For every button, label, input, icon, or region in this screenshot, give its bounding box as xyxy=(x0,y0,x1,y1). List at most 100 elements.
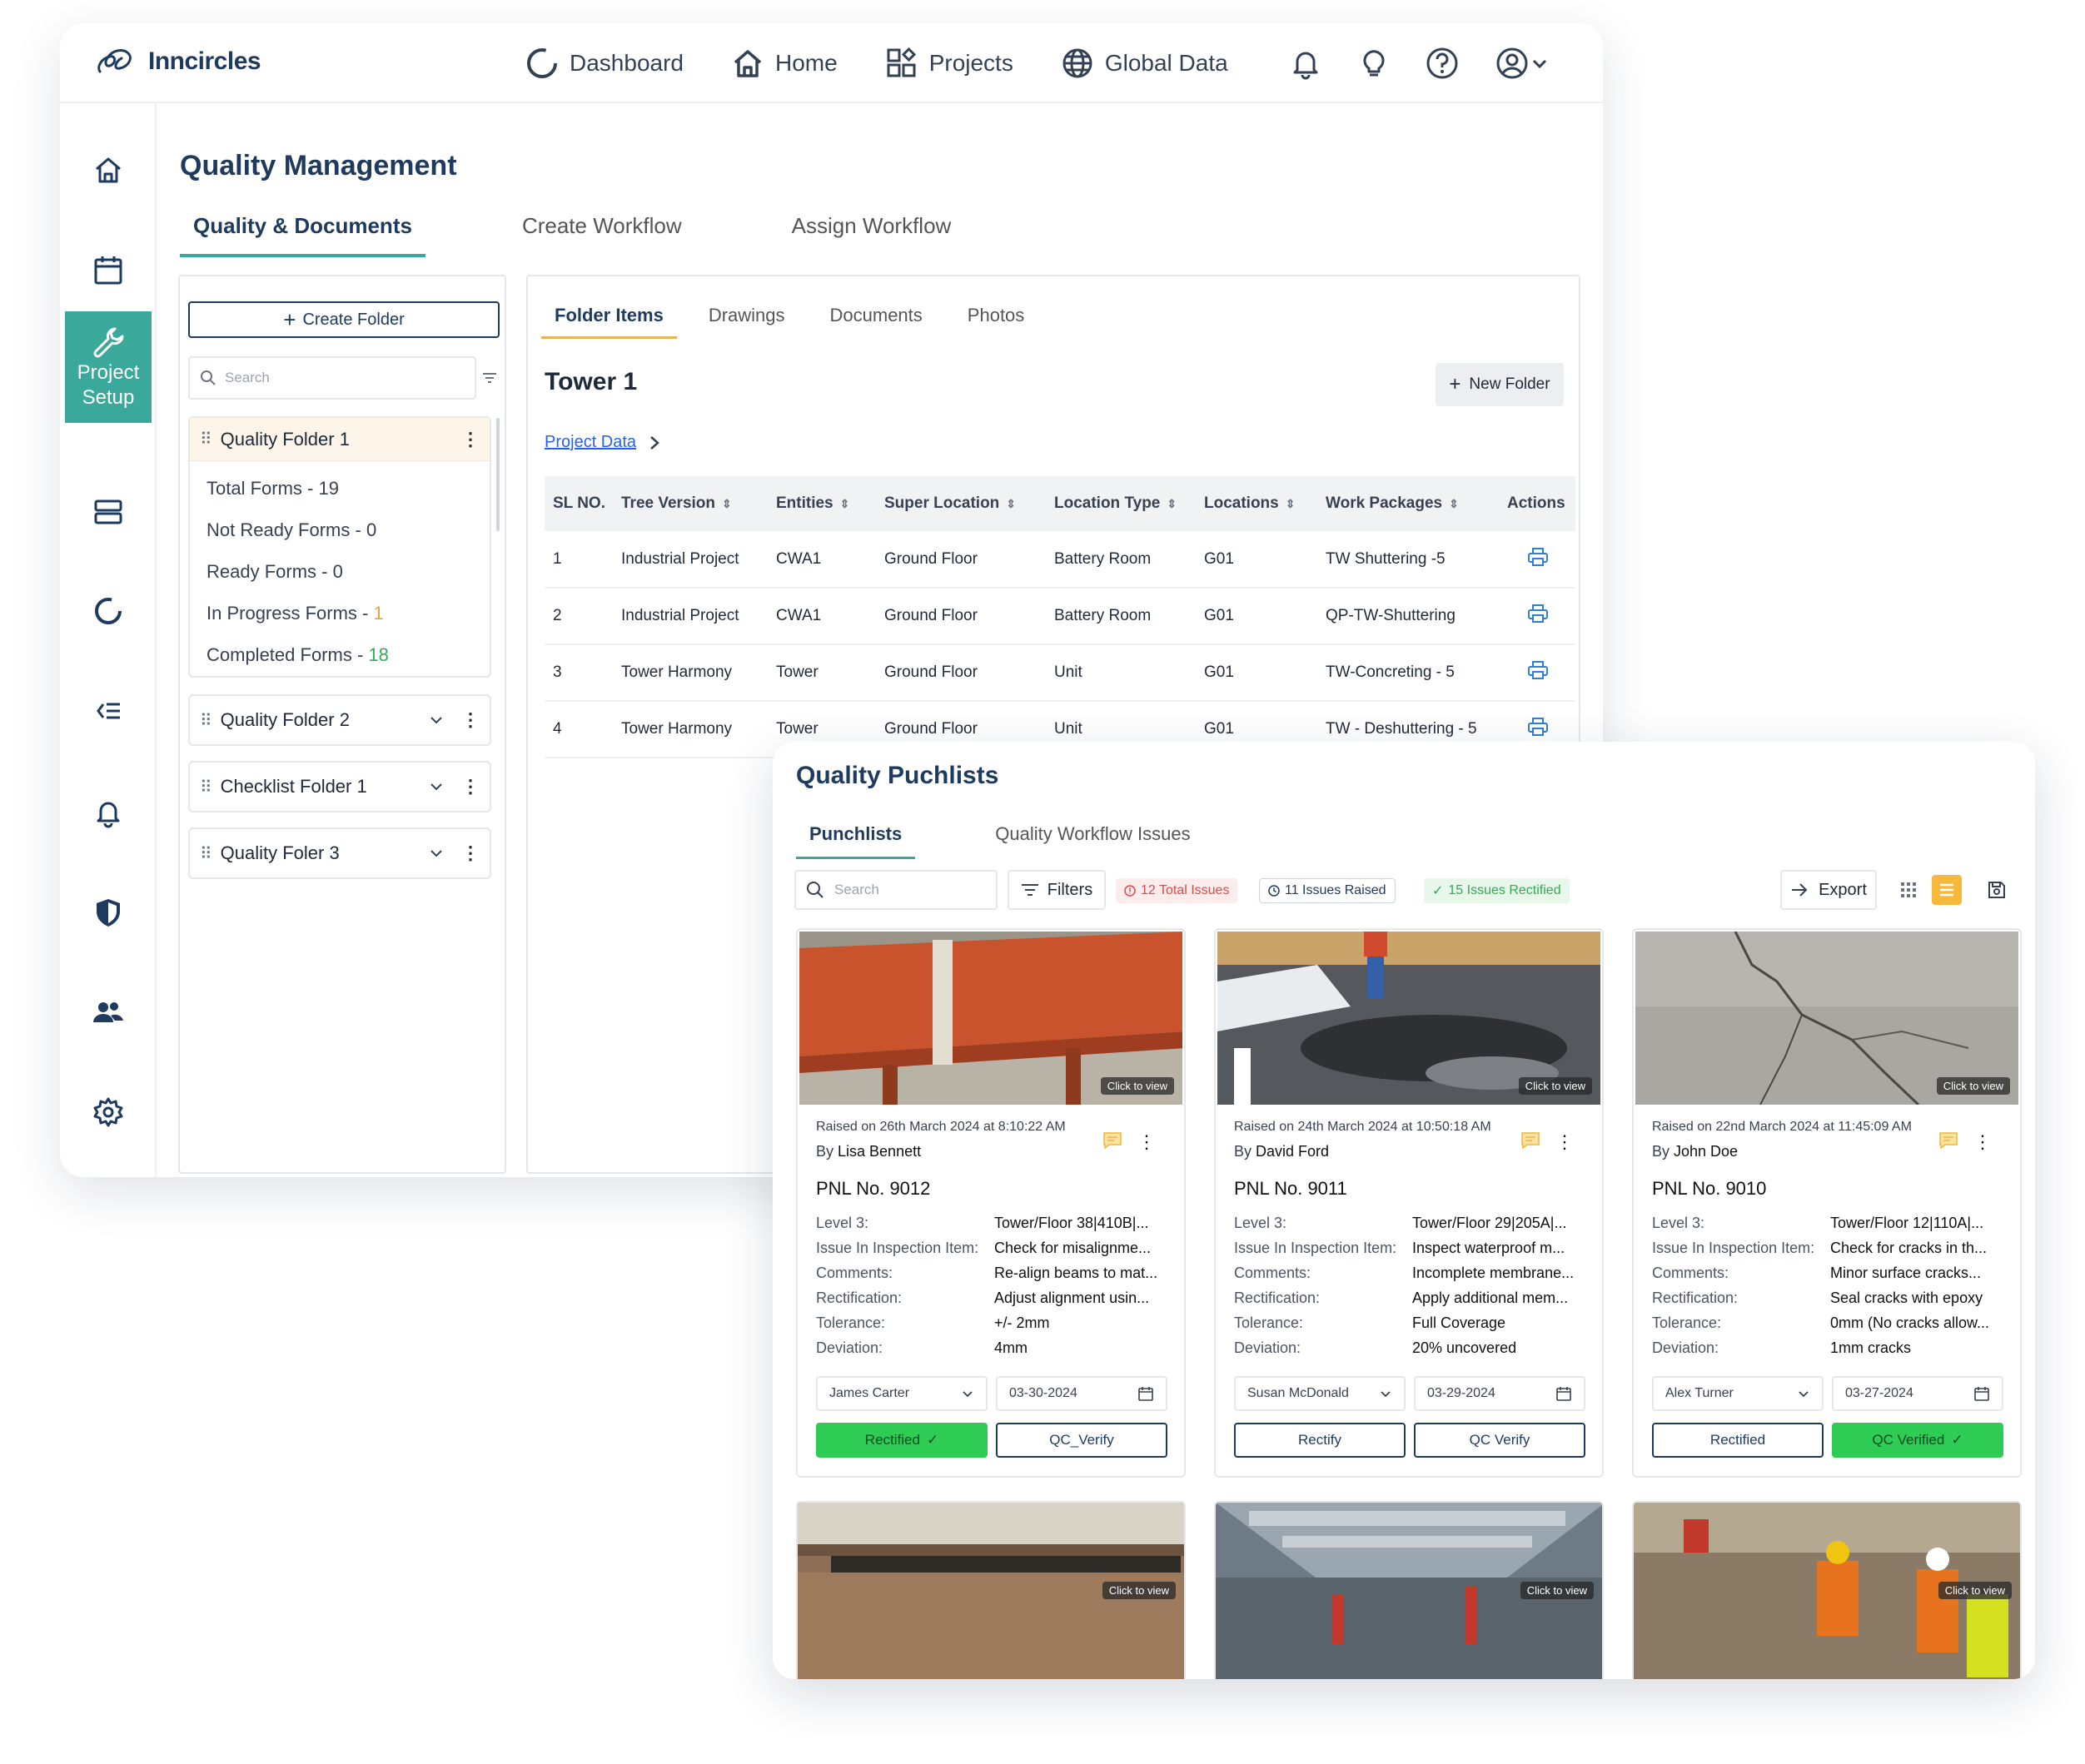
card-menu-icon[interactable]: ⋮ xyxy=(1137,1133,1156,1151)
punchlist-card[interactable]: Click to view xyxy=(796,1501,1186,1679)
filter-icon[interactable] xyxy=(481,370,498,386)
print-icon[interactable] xyxy=(1527,547,1549,567)
sort-icon[interactable]: ⇕ xyxy=(1449,497,1459,510)
folder-search-input[interactable]: Search xyxy=(188,356,476,400)
calendar-icon[interactable] xyxy=(1973,1385,1990,1402)
punchlist-search-input[interactable]: Search xyxy=(794,870,998,910)
assignee-select[interactable]: Susan McDonald xyxy=(1234,1376,1406,1411)
kebab-menu-icon[interactable]: ⋮ xyxy=(461,842,480,864)
create-folder-button[interactable]: + Create Folder xyxy=(188,301,500,338)
qc-verify-button[interactable]: QC Verify xyxy=(1414,1423,1585,1458)
tab-photos[interactable]: Photos xyxy=(954,295,1038,339)
tab-quality-documents[interactable]: Quality & Documents xyxy=(180,203,425,257)
sidebar-item-settings[interactable] xyxy=(60,1079,157,1145)
folder-checklist-folder-1[interactable]: ⠿ Checklist Folder 1 ⋮ xyxy=(188,761,491,812)
save-view-button[interactable] xyxy=(1982,875,2012,905)
nav-home[interactable]: Home xyxy=(730,42,838,85)
sidebar-item-home[interactable] xyxy=(60,137,157,203)
tab-drawings[interactable]: Drawings xyxy=(695,295,799,339)
sort-icon[interactable]: ⇕ xyxy=(722,497,732,510)
column-header[interactable]: Entities ⇕ xyxy=(768,476,876,531)
column-header[interactable]: Location Type ⇕ xyxy=(1046,476,1196,531)
nav-projects[interactable]: Projects xyxy=(884,42,1013,85)
export-button[interactable]: Export xyxy=(1780,870,1877,910)
sidebar-item-calendar[interactable] xyxy=(60,236,157,303)
sidebar-item-project-setup[interactable]: Project Setup xyxy=(65,311,152,423)
kebab-menu-icon[interactable]: ⋮ xyxy=(461,429,480,450)
sidebar-item-users[interactable] xyxy=(60,979,157,1046)
comment-icon[interactable] xyxy=(1102,1131,1122,1150)
tab-assign-workflow[interactable]: Assign Workflow xyxy=(779,203,965,257)
table-row[interactable]: 2 Industrial Project CWA1 Ground Floor B… xyxy=(545,588,1575,645)
folder-header[interactable]: ⠿ Quality Folder 1 ⋮ xyxy=(190,418,490,461)
print-icon[interactable] xyxy=(1527,604,1549,624)
qc-verified-button[interactable]: QC Verified ✓ xyxy=(1832,1423,2003,1458)
user-menu-button[interactable] xyxy=(1489,42,1555,85)
drag-handle-icon[interactable]: ⠿ xyxy=(200,710,212,731)
column-header[interactable]: Tree Version ⇕ xyxy=(613,476,768,531)
rectify-button[interactable]: Rectify xyxy=(1234,1423,1406,1458)
click-to-view-label[interactable]: Click to view xyxy=(1100,1077,1174,1095)
tab-documents[interactable]: Documents xyxy=(817,295,936,339)
badge-total-issues[interactable]: 12 Total Issues xyxy=(1116,878,1238,903)
table-row[interactable]: 1 Industrial Project CWA1 Ground Floor B… xyxy=(545,531,1575,589)
nav-global-data[interactable]: Global Data xyxy=(1060,42,1228,85)
due-date-input[interactable]: 03-30-2024 xyxy=(996,1376,1167,1411)
punchlist-card[interactable]: Click to view Raised on 24th March 2024 … xyxy=(1214,928,1604,1478)
ideas-button[interactable] xyxy=(1352,42,1396,85)
column-header[interactable]: Work Packages ⇕ xyxy=(1317,476,1499,531)
chevron-down-icon[interactable] xyxy=(428,778,445,795)
punchlist-card[interactable]: Click to view xyxy=(1214,1501,1604,1679)
nav-dashboard[interactable]: Dashboard xyxy=(525,42,684,85)
breadcrumb-project-data[interactable]: Project Data xyxy=(545,433,636,452)
issue-photo[interactable]: Click to view xyxy=(1217,932,1600,1105)
punchlist-card[interactable]: Click to view xyxy=(1632,1501,2022,1679)
sidebar-item-data[interactable] xyxy=(60,478,157,544)
sort-icon[interactable]: ⇕ xyxy=(840,497,850,510)
rectified-button[interactable]: Rectified ✓ xyxy=(816,1423,988,1458)
new-folder-button[interactable]: + New Folder xyxy=(1436,363,1564,406)
qc-verify-button[interactable]: QC_Verify xyxy=(996,1423,1167,1458)
rectified-button[interactable]: Rectified xyxy=(1652,1423,1824,1458)
click-to-view-label[interactable]: Click to view xyxy=(1520,1582,1594,1599)
sidebar-item-notifications[interactable] xyxy=(60,779,157,846)
assignee-select[interactable]: Alex Turner xyxy=(1652,1376,1824,1411)
badge-issues-rectified[interactable]: ✓ 15 Issues Rectified xyxy=(1424,878,1570,903)
comment-icon[interactable] xyxy=(1938,1131,1958,1150)
sidebar-item-security[interactable] xyxy=(60,879,157,946)
drag-handle-icon[interactable]: ⠿ xyxy=(200,843,212,864)
notifications-button[interactable] xyxy=(1284,42,1327,85)
folder-quality-folder-1[interactable]: ⠿ Quality Folder 1 ⋮ Total Forms - 19 No… xyxy=(188,416,491,678)
click-to-view-label[interactable]: Click to view xyxy=(1102,1582,1176,1599)
sort-icon[interactable]: ⇕ xyxy=(1006,497,1016,510)
chevron-down-icon[interactable] xyxy=(428,712,445,728)
brand-logo[interactable]: Inncircles xyxy=(95,47,261,77)
drag-handle-icon[interactable]: ⠿ xyxy=(200,429,212,450)
issue-photo[interactable]: Click to view xyxy=(799,932,1182,1105)
badge-issues-raised[interactable]: 11 Issues Raised xyxy=(1259,878,1396,903)
issue-photo[interactable]: Click to view xyxy=(1635,932,2018,1105)
chevron-down-icon[interactable] xyxy=(428,845,445,862)
click-to-view-label[interactable]: Click to view xyxy=(1936,1077,2010,1095)
calendar-icon[interactable] xyxy=(1137,1385,1154,1402)
filters-button[interactable]: Filters xyxy=(1008,870,1106,910)
print-icon[interactable] xyxy=(1527,660,1549,680)
due-date-input[interactable]: 03-27-2024 xyxy=(1832,1376,2003,1411)
assignee-select[interactable]: James Carter xyxy=(816,1376,988,1411)
kebab-menu-icon[interactable]: ⋮ xyxy=(461,776,480,798)
calendar-icon[interactable] xyxy=(1555,1385,1572,1402)
print-icon[interactable] xyxy=(1527,717,1549,737)
tab-folder-items[interactable]: Folder Items xyxy=(541,295,677,339)
card-menu-icon[interactable]: ⋮ xyxy=(1555,1133,1574,1151)
column-header[interactable]: Locations ⇕ xyxy=(1196,476,1317,531)
due-date-input[interactable]: 03-29-2024 xyxy=(1414,1376,1585,1411)
tab-punchlists[interactable]: Punchlists xyxy=(796,815,916,859)
sort-icon[interactable]: ⇕ xyxy=(1167,497,1177,510)
column-header[interactable]: Super Location ⇕ xyxy=(876,476,1046,531)
sidebar-item-progress[interactable] xyxy=(60,578,157,644)
tab-create-workflow[interactable]: Create Workflow xyxy=(509,203,695,257)
table-row[interactable]: 3 Tower Harmony Tower Ground Floor Unit … xyxy=(545,644,1575,702)
click-to-view-label[interactable]: Click to view xyxy=(1518,1077,1592,1095)
tab-quality-workflow-issues[interactable]: Quality Workflow Issues xyxy=(982,815,1203,859)
comment-icon[interactable] xyxy=(1520,1131,1540,1150)
